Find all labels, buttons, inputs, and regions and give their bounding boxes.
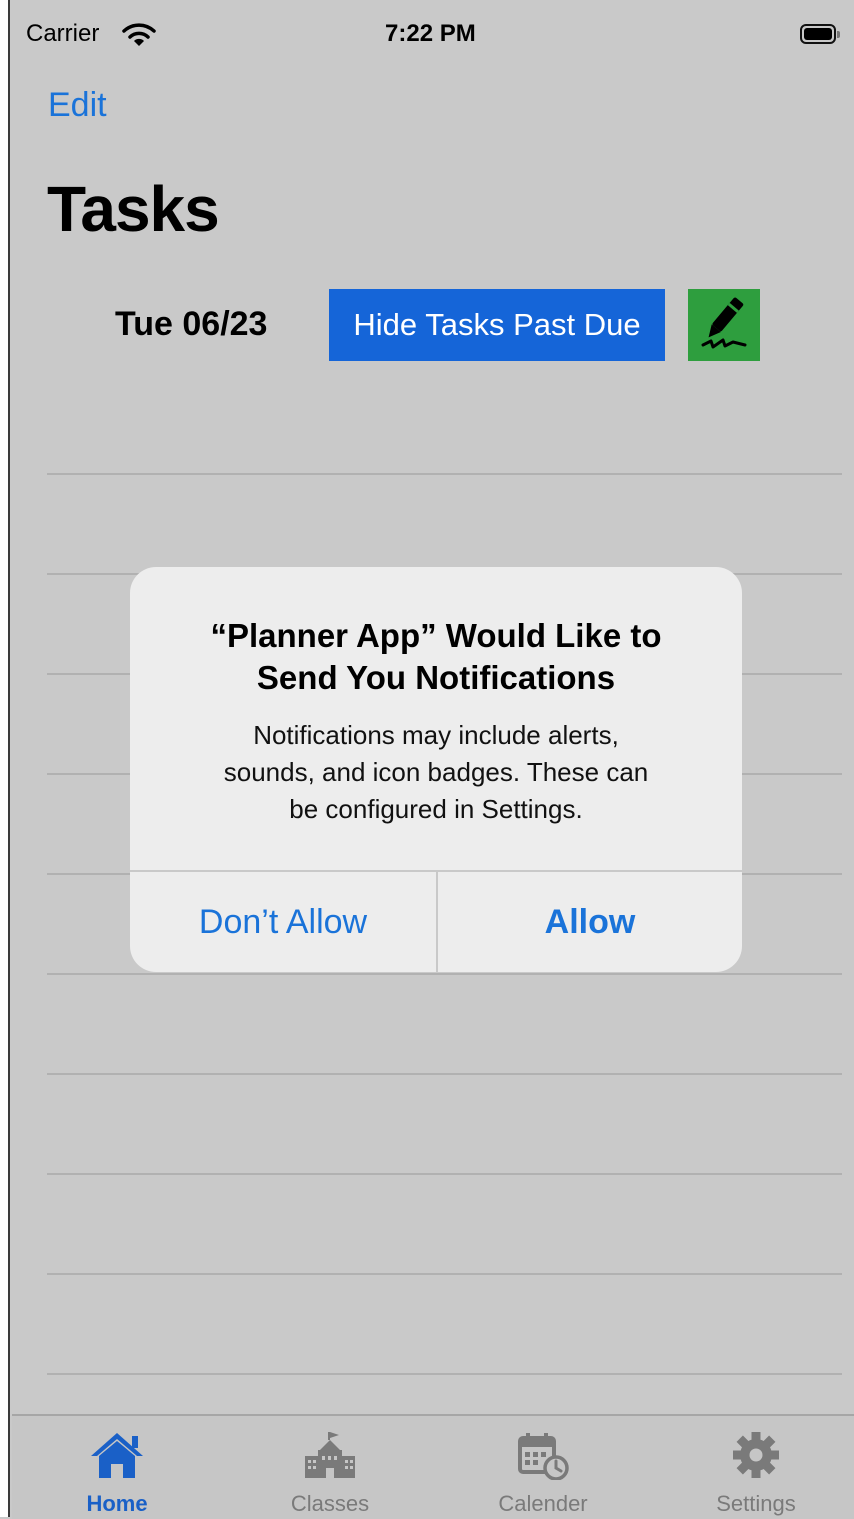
tab-home-label: Home (86, 1491, 148, 1516)
edit-button[interactable]: Edit (48, 86, 107, 125)
status-time: 7:22 PM (385, 20, 476, 47)
list-separator (47, 1173, 842, 1175)
dont-allow-button[interactable]: Don’t Allow (130, 872, 436, 972)
home-icon (88, 1433, 146, 1484)
allow-button[interactable]: Allow (438, 872, 742, 972)
list-separator (47, 1073, 842, 1075)
calendar-clock-icon (514, 1433, 572, 1484)
gear-icon (727, 1432, 785, 1484)
status-bar: Carrier 7:22 PM (12, 16, 842, 56)
wifi-icon (122, 22, 156, 55)
list-separator (47, 1273, 842, 1275)
school-icon (301, 1432, 359, 1484)
tab-settings[interactable]: Settings (676, 1430, 836, 1517)
tab-classes[interactable]: Classes (250, 1430, 410, 1517)
tab-settings-label: Settings (716, 1491, 796, 1516)
alert-title: “Planner App” Would Like to Send You Not… (210, 617, 662, 696)
page-title: Tasks (47, 173, 220, 245)
tab-classes-label: Classes (290, 1491, 370, 1516)
tab-calender[interactable]: Calender (463, 1430, 623, 1517)
carrier-label: Carrier (26, 20, 100, 47)
device-edge (0, 0, 10, 1517)
list-separator (47, 473, 842, 475)
hide-past-due-button[interactable]: Hide Tasks Past Due (329, 289, 665, 361)
pen-signature-icon (697, 293, 751, 358)
alert-message: Notifications may include alerts, sounds… (223, 720, 649, 824)
current-date: Tue 06/23 (115, 305, 268, 343)
tab-calender-label: Calender (498, 1491, 588, 1516)
add-task-button[interactable] (688, 289, 760, 361)
notification-permission-alert: “Planner App” Would Like to Send You Not… (130, 567, 742, 972)
tab-home[interactable]: Home (37, 1430, 197, 1517)
battery-icon (800, 24, 840, 44)
list-separator (47, 1373, 842, 1375)
tab-bar: Home Classes Calender Settings (12, 1414, 854, 1519)
list-separator (47, 973, 842, 975)
